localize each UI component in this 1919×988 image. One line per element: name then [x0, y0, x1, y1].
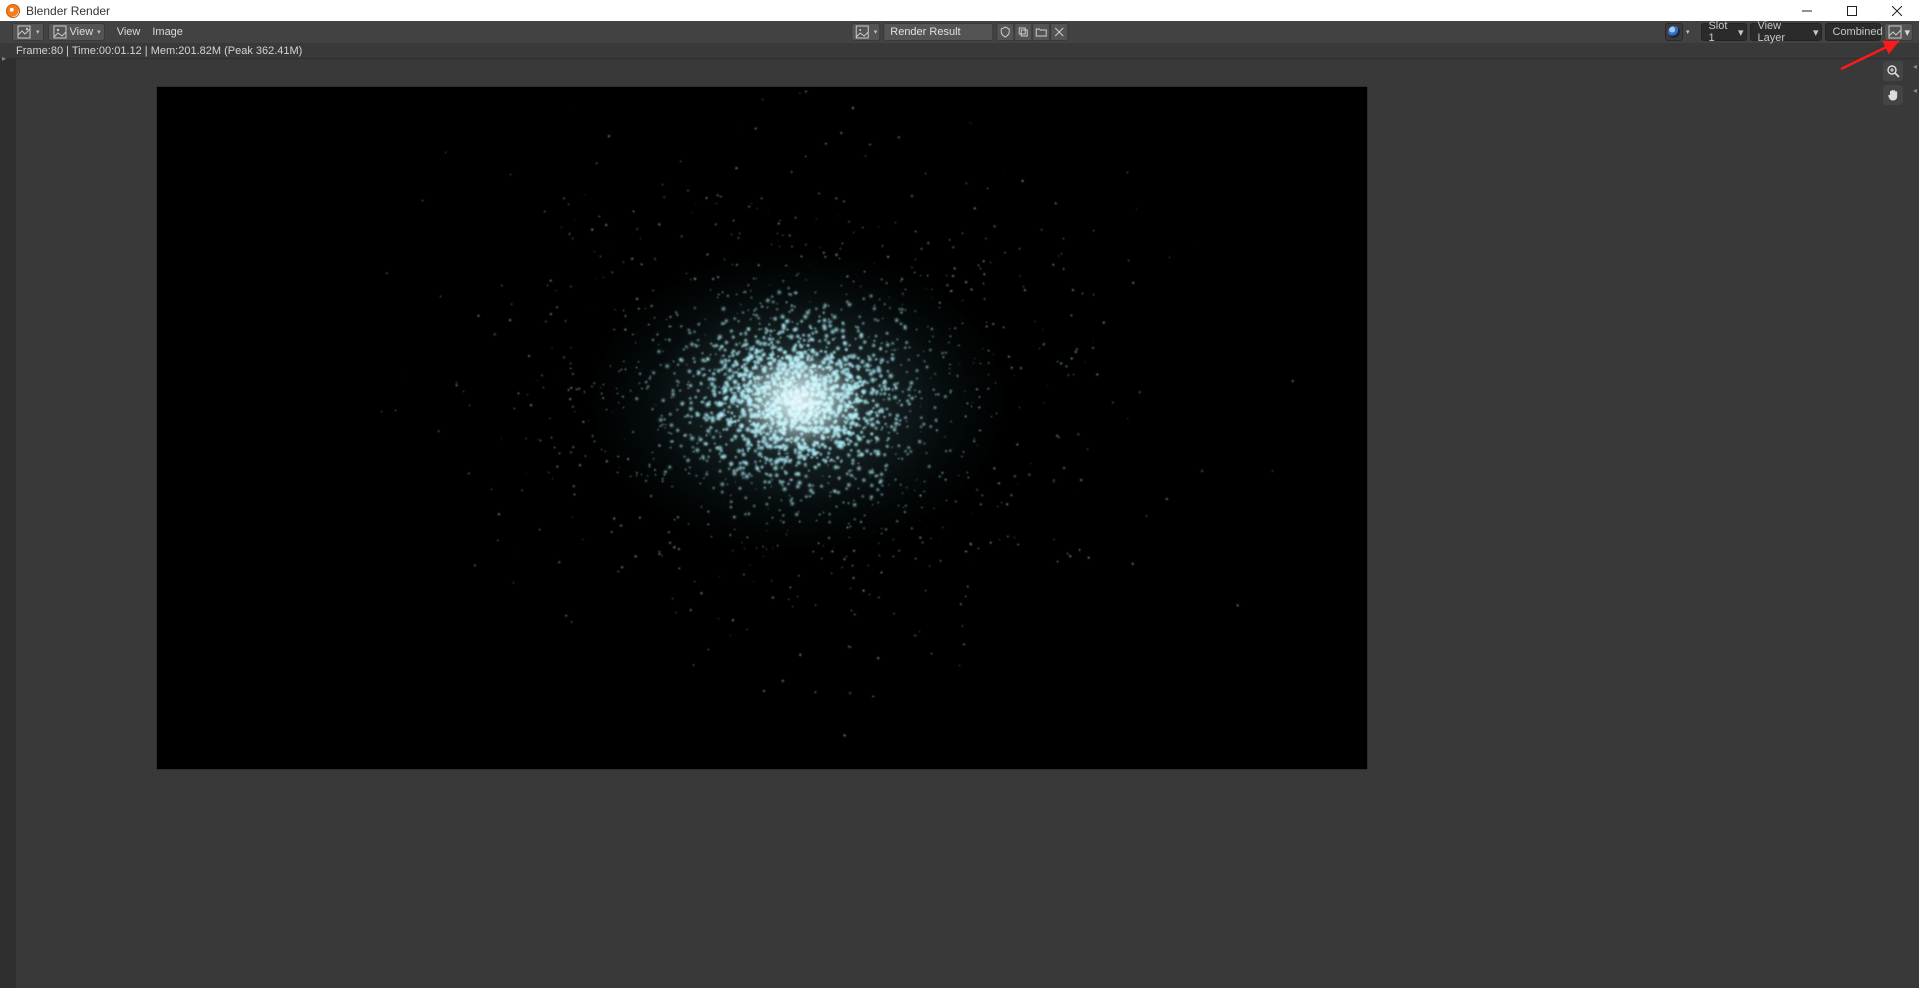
chevron-down-icon[interactable]: ▾	[1686, 28, 1690, 36]
shield-icon	[999, 26, 1011, 38]
zoom-gizmo[interactable]	[1883, 61, 1903, 81]
expand-side-panel-icon[interactable]: ◂	[1913, 62, 1917, 71]
hand-icon	[1886, 88, 1900, 102]
render-result-image	[157, 87, 1367, 769]
chevron-down-icon: ▾	[97, 28, 101, 36]
render-status-text: Frame:80 | Time:00:01.12 | Mem:201.82M (…	[16, 45, 302, 57]
toolbar-region-collapsed[interactable]	[0, 59, 16, 988]
expand-side-panel-icon-2[interactable]: ◂	[1913, 86, 1917, 95]
close-icon	[1892, 6, 1902, 16]
view-layer-label: View Layer	[1757, 20, 1806, 44]
minimize-icon	[1802, 6, 1812, 16]
maximize-button[interactable]	[1829, 0, 1874, 21]
chevron-down-icon: ▾	[1738, 26, 1744, 39]
image-icon	[854, 24, 870, 40]
close-button[interactable]	[1874, 0, 1919, 21]
mode-label: View	[70, 26, 94, 38]
window-controls	[1784, 0, 1919, 21]
render-pass-dropdown[interactable]: Combined ▾	[1825, 23, 1881, 41]
titlebar: Blender Render	[0, 0, 1919, 21]
image-editor-header: ▾ View ▾ View Image ▾ Render Result	[0, 21, 1919, 43]
display-color-management-button[interactable]	[1665, 23, 1683, 41]
blender-logo-icon	[6, 4, 20, 18]
image-editor-icon	[16, 24, 32, 40]
view-menu[interactable]: View	[111, 21, 147, 43]
sphere-icon	[1668, 26, 1680, 38]
render-status-bar: Frame:80 | Time:00:01.12 | Mem:201.82M (…	[0, 43, 1919, 59]
image-editor-viewport[interactable]	[0, 59, 1919, 988]
open-image-button[interactable]	[1032, 23, 1050, 41]
folder-icon	[1035, 26, 1047, 38]
unlink-image-button[interactable]	[1050, 23, 1068, 41]
render-particles	[157, 87, 1367, 769]
minimize-button[interactable]	[1784, 0, 1829, 21]
mode-dropdown[interactable]: View ▾	[48, 23, 105, 41]
duplicate-icon	[1017, 26, 1029, 38]
chevron-down-icon: ▾	[874, 28, 878, 36]
image-browse-dropdown[interactable]: ▾	[851, 23, 881, 41]
x-icon	[1053, 26, 1065, 38]
title-left: Blender Render	[6, 4, 110, 18]
editor-type-dropdown[interactable]: ▾	[12, 23, 44, 41]
fake-user-button[interactable]	[996, 23, 1014, 41]
display-channels-dropdown[interactable]: ▾	[1884, 23, 1913, 41]
view-mode-icon	[52, 24, 68, 40]
view-layer-dropdown[interactable]: View Layer ▾	[1750, 23, 1822, 41]
image-name-field[interactable]: Render Result	[883, 23, 993, 41]
chevron-down-icon: ▾	[36, 28, 40, 36]
magnifier-icon	[1886, 64, 1900, 78]
new-image-button[interactable]	[1014, 23, 1032, 41]
render-slot-label: Slot 1	[1708, 20, 1731, 44]
chevron-down-icon: ▾	[1904, 26, 1910, 39]
render-slot-dropdown[interactable]: Slot 1 ▾	[1701, 23, 1747, 41]
pan-gizmo[interactable]	[1883, 85, 1903, 105]
render-pass-label: Combined	[1832, 26, 1882, 38]
maximize-icon	[1847, 6, 1857, 16]
chevron-down-icon: ▾	[1813, 26, 1819, 39]
channels-icon	[1887, 24, 1903, 40]
expand-tool-panel-icon[interactable]: ▸	[2, 54, 6, 63]
window-title: Blender Render	[26, 4, 110, 18]
image-menu[interactable]: Image	[146, 21, 189, 43]
image-name-text: Render Result	[890, 26, 960, 38]
